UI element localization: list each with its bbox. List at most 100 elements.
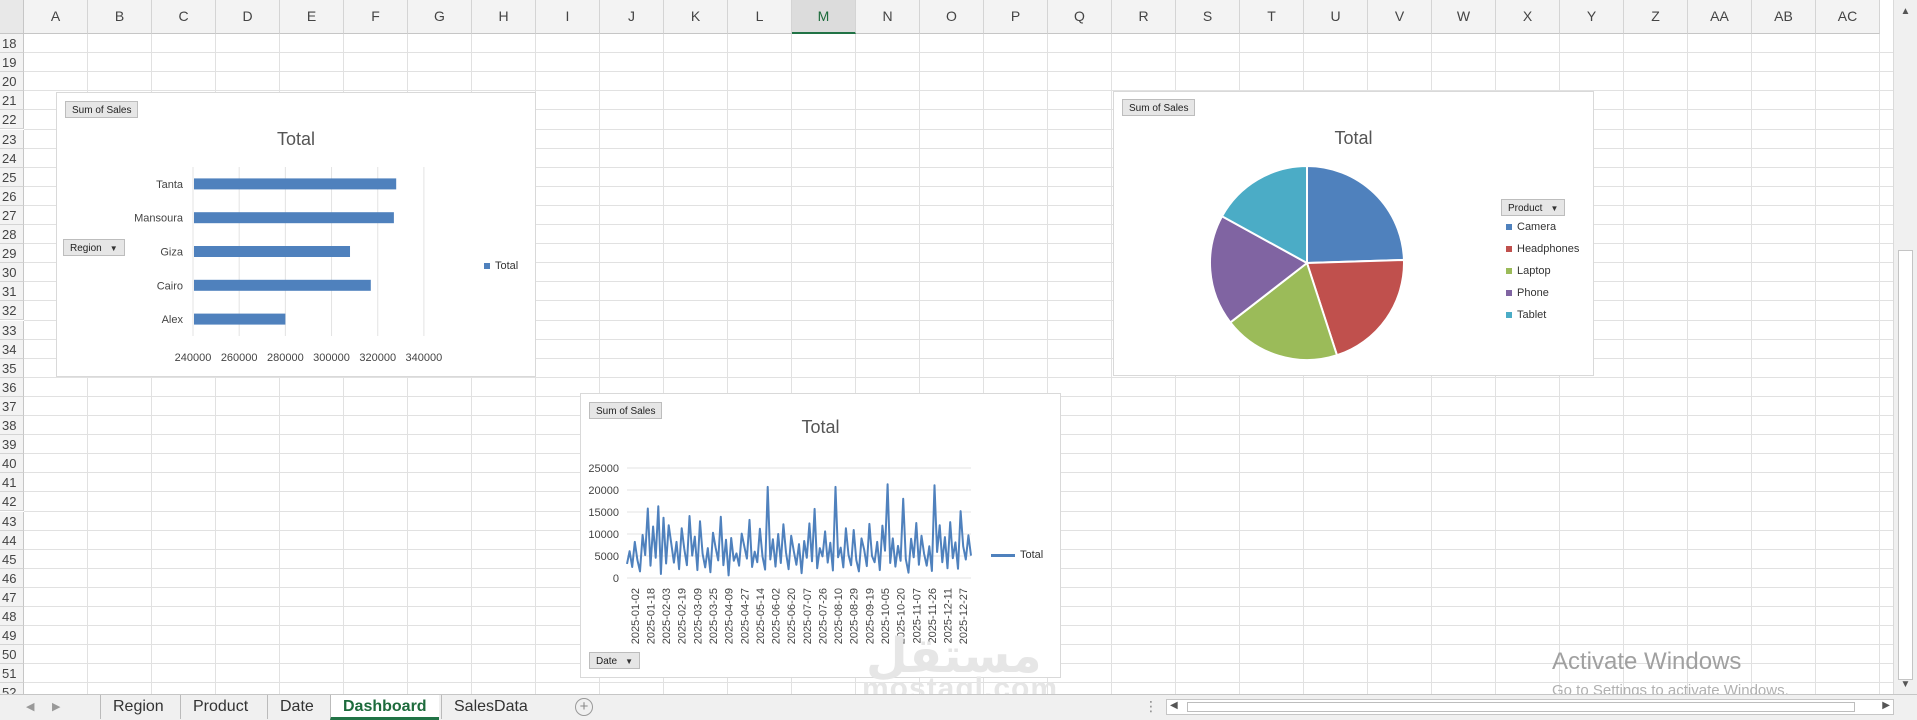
row-header[interactable]: 22 (0, 110, 24, 130)
horizontal-scrollbar[interactable]: ◀ ▶ (1166, 699, 1894, 715)
row-header[interactable]: 48 (0, 607, 24, 627)
row-header[interactable]: 25 (0, 167, 24, 187)
vertical-scroll-thumb[interactable] (1898, 250, 1913, 680)
category-label: Tanta (156, 179, 184, 191)
x-tick-label: 2025-08-29 (849, 588, 861, 644)
row-header[interactable]: 52 (0, 683, 24, 694)
column-header[interactable]: K (664, 0, 728, 34)
y-tick-label: 15000 (588, 507, 619, 519)
row-header[interactable]: 41 (0, 473, 24, 493)
row-header[interactable]: 33 (0, 320, 24, 340)
row-header[interactable]: 50 (0, 645, 24, 665)
column-header[interactable]: C (152, 0, 216, 34)
scroll-right-icon[interactable]: ▶ (1882, 700, 1890, 711)
row-header[interactable]: 31 (0, 282, 24, 302)
column-header[interactable]: H (472, 0, 536, 34)
date-field-button[interactable]: Date ▼ (589, 652, 641, 669)
scroll-down-icon[interactable]: ▼ (1894, 679, 1917, 690)
column-header[interactable]: I (536, 0, 600, 34)
column-header[interactable]: P (984, 0, 1048, 34)
row-header[interactable]: 40 (0, 454, 24, 474)
column-header[interactable]: AA (1688, 0, 1752, 34)
row-header[interactable]: 45 (0, 549, 24, 569)
column-header[interactable]: AB (1752, 0, 1816, 34)
legend-swatch (1506, 224, 1512, 230)
row-header[interactable]: 46 (0, 568, 24, 588)
sheet-tab-date[interactable]: Date (267, 695, 326, 719)
bar (194, 246, 351, 257)
select-all-corner[interactable] (0, 0, 24, 34)
row-header[interactable]: 24 (0, 148, 24, 168)
tab-split-handle-icon[interactable]: ⋮ (1144, 698, 1158, 715)
add-sheet-button[interactable]: + (575, 698, 593, 716)
row-header[interactable]: 28 (0, 225, 24, 245)
column-header[interactable]: A (24, 0, 88, 34)
product-field-button[interactable]: Product ▼ (1501, 199, 1566, 216)
column-header[interactable]: M (792, 0, 856, 34)
row-header[interactable]: 30 (0, 263, 24, 283)
row-header[interactable]: 18 (0, 34, 24, 54)
next-sheet-icon[interactable]: ▶ (52, 700, 60, 713)
scroll-up-icon[interactable]: ▲ (1894, 6, 1917, 17)
vertical-scrollbar[interactable]: ▲ ▼ (1893, 0, 1917, 694)
column-header[interactable]: O (920, 0, 984, 34)
scroll-left-icon[interactable]: ◀ (1170, 700, 1178, 711)
sheet-tab-salesdata[interactable]: SalesData (441, 695, 540, 719)
row-header[interactable]: 39 (0, 435, 24, 455)
row-header[interactable]: 29 (0, 244, 24, 264)
region-bar-chart[interactable]: Sum of Sales Total Region ▼ 240000 260000 2… (56, 92, 536, 377)
row-header[interactable]: 51 (0, 664, 24, 684)
column-header[interactable]: Y (1560, 0, 1624, 34)
row-header[interactable]: 49 (0, 626, 24, 646)
chart-legend: Total (991, 544, 1043, 566)
column-header[interactable]: Z (1624, 0, 1688, 34)
column-header[interactable]: E (280, 0, 344, 34)
row-header[interactable]: 36 (0, 377, 24, 397)
product-pie-chart[interactable]: Sum of Sales Total Product ▼ Camera Headph… (1113, 91, 1594, 376)
category-label: Mansoura (134, 213, 184, 225)
column-header[interactable]: V (1368, 0, 1432, 34)
row-header[interactable]: 38 (0, 416, 24, 436)
column-header[interactable]: Q (1048, 0, 1112, 34)
column-header[interactable]: X (1496, 0, 1560, 34)
column-header[interactable]: D (216, 0, 280, 34)
column-header[interactable]: U (1304, 0, 1368, 34)
legend-line-swatch (991, 553, 1015, 557)
row-header[interactable]: 37 (0, 396, 24, 416)
row-header[interactable]: 43 (0, 511, 24, 531)
column-header[interactable]: J (600, 0, 664, 34)
row-header[interactable]: 26 (0, 186, 24, 206)
horizontal-scroll-thumb[interactable] (1187, 702, 1855, 712)
row-header[interactable]: 44 (0, 530, 24, 550)
column-header[interactable]: N (856, 0, 920, 34)
pie-plot (1209, 164, 1405, 361)
column-header[interactable]: W (1432, 0, 1496, 34)
row-header[interactable]: 23 (0, 129, 24, 149)
prev-sheet-icon[interactable]: ◀ (26, 700, 34, 713)
legend-swatch (1506, 290, 1512, 296)
column-header[interactable]: R (1112, 0, 1176, 34)
spreadsheet-grid[interactable]: A B C D E F G H I J K L M N O P Q R S T U V W X Y Z AA AB AC 18 19 20 2… (0, 0, 1893, 694)
sheet-tab-region[interactable]: Region (100, 695, 176, 719)
row-header[interactable]: 32 (0, 301, 24, 321)
row-header[interactable]: 21 (0, 91, 24, 111)
column-header[interactable]: L (728, 0, 792, 34)
row-header[interactable]: 19 (0, 53, 24, 73)
row-header[interactable]: 34 (0, 339, 24, 359)
row-header[interactable]: 42 (0, 492, 24, 512)
row-header[interactable]: 20 (0, 72, 24, 92)
sheet-tab-dashboard[interactable]: Dashboard (330, 695, 439, 720)
row-header[interactable]: 47 (0, 587, 24, 607)
column-header[interactable]: G (408, 0, 472, 34)
x-tick-label: 2025-07-26 (817, 588, 829, 644)
row-header[interactable]: 35 (0, 358, 24, 378)
column-header[interactable]: T (1240, 0, 1304, 34)
bar-plot: 240000 260000 280000 300000 320000 340000 Tant… (134, 167, 442, 364)
sheet-tab-product[interactable]: Product (180, 695, 260, 719)
column-header[interactable]: F (344, 0, 408, 34)
column-header[interactable]: AC (1816, 0, 1880, 34)
column-header[interactable]: S (1176, 0, 1240, 34)
row-header[interactable]: 27 (0, 205, 24, 225)
column-header[interactable]: B (88, 0, 152, 34)
y-tick-label: 10000 (588, 529, 619, 541)
